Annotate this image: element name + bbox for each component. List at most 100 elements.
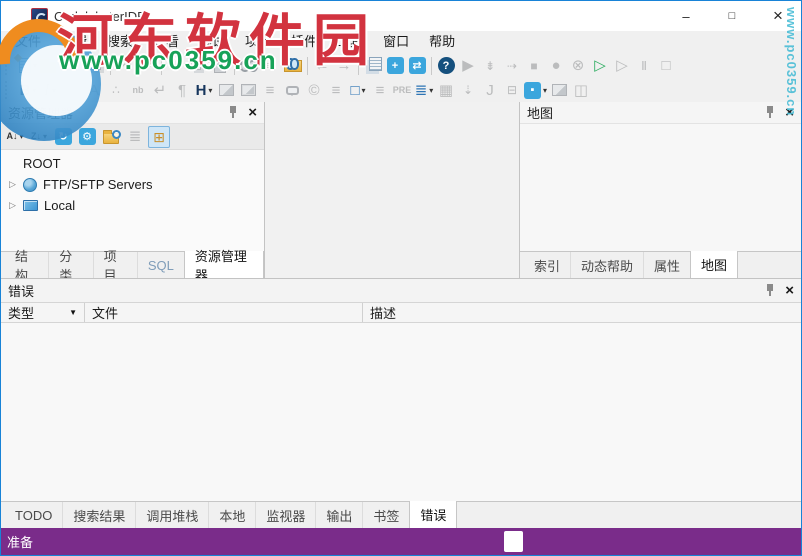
close-button[interactable]: × bbox=[755, 1, 801, 31]
menu-item-4[interactable]: 调试 bbox=[189, 31, 235, 53]
special-char-button[interactable]: ∴ bbox=[105, 79, 127, 101]
navigate-back-button[interactable]: ← bbox=[311, 55, 333, 77]
find-in-files-button[interactable] bbox=[282, 55, 304, 77]
map-tab-0[interactable]: 索引 bbox=[524, 252, 570, 278]
jquery-button[interactable]: J bbox=[479, 79, 501, 101]
menu-item-1[interactable]: 编辑 bbox=[51, 31, 97, 53]
minimize-button[interactable]: – bbox=[663, 1, 709, 31]
step-into-button[interactable]: ⇟ bbox=[479, 55, 501, 77]
menu-item-6[interactable]: 插件 bbox=[281, 31, 327, 53]
paragraph-button[interactable]: ¶ bbox=[171, 79, 193, 101]
align-center-button[interactable]: ≡ bbox=[325, 79, 347, 101]
menu-item-0[interactable]: 文件 bbox=[5, 31, 51, 53]
bottom-tab-3[interactable]: 本地 bbox=[208, 502, 255, 528]
refresh-button[interactable]: ↻ bbox=[52, 126, 74, 148]
details-view-button[interactable]: ≣ bbox=[124, 126, 146, 148]
image-button[interactable] bbox=[215, 79, 237, 101]
menu-item-3[interactable]: 查看 bbox=[143, 31, 189, 53]
navigate-forward-button[interactable]: → bbox=[333, 55, 355, 77]
comment-button[interactable] bbox=[281, 79, 303, 101]
bottom-tab-2[interactable]: 调用堆栈 bbox=[135, 502, 208, 528]
replace-button[interactable]: ab bbox=[260, 55, 282, 77]
explorer-tab-4[interactable]: 资源管理器 bbox=[183, 249, 265, 283]
sort-za-button[interactable]: Z↓ ▾ bbox=[28, 126, 50, 148]
remove-breakpoints-button[interactable]: ⊗ bbox=[567, 55, 589, 77]
bottom-tab-1[interactable]: 搜索结果 bbox=[62, 502, 135, 528]
div-container-button[interactable]: □ ▾ bbox=[347, 79, 369, 101]
step-over-button[interactable]: ⇢ bbox=[501, 55, 523, 77]
save-button[interactable] bbox=[63, 55, 85, 77]
menu-item-2[interactable]: 搜索 bbox=[97, 31, 143, 53]
underline-button[interactable]: U bbox=[61, 79, 83, 101]
stop-script-button[interactable]: ■ bbox=[523, 55, 545, 77]
heading-button[interactable]: H ▾ bbox=[193, 79, 215, 101]
close-icon[interactable]: × bbox=[785, 283, 794, 298]
map-tab-3[interactable]: 地图 bbox=[690, 251, 739, 278]
maximize-button[interactable]: □ bbox=[709, 1, 755, 31]
map-tab-1[interactable]: 动态帮助 bbox=[570, 252, 643, 278]
pin-icon[interactable] bbox=[228, 106, 239, 119]
pause-debug-button[interactable]: Ⅱ bbox=[633, 55, 655, 77]
cut-button[interactable]: ✂ bbox=[165, 55, 187, 77]
copyright-button[interactable]: © bbox=[303, 79, 325, 101]
indent-button[interactable]: ⇣ bbox=[457, 79, 479, 101]
help-button[interactable]: ? bbox=[435, 55, 457, 77]
menu-item-5[interactable]: 项目 bbox=[235, 31, 281, 53]
form-element-button[interactable]: ▪ ▾ bbox=[523, 79, 548, 101]
errors-column-0[interactable]: 类型 ▼ bbox=[1, 303, 85, 322]
pin-icon[interactable] bbox=[765, 284, 776, 297]
menu-item-8[interactable]: 窗口 bbox=[373, 31, 419, 53]
find-folder-button[interactable] bbox=[100, 126, 122, 148]
bottom-tab-4[interactable]: 监视器 bbox=[255, 502, 315, 528]
expander-icon[interactable]: ▷ bbox=[9, 179, 23, 190]
frames-button[interactable]: ◫ bbox=[570, 79, 592, 101]
close-icon[interactable]: × bbox=[248, 105, 257, 120]
pin-icon[interactable] bbox=[765, 106, 776, 119]
undo-button[interactable]: ↶ bbox=[114, 55, 136, 77]
bold-button[interactable]: B ▾ bbox=[17, 79, 39, 101]
tree-item-1[interactable]: ▷ FTP/SFTP Servers bbox=[1, 174, 264, 195]
list-button[interactable]: ≣ ▾ bbox=[413, 79, 435, 101]
compare-files-button[interactable] bbox=[362, 55, 384, 77]
table-button[interactable]: ▦ bbox=[435, 79, 457, 101]
start-debug-button[interactable]: ▷ bbox=[589, 55, 611, 77]
copy-button[interactable] bbox=[187, 55, 209, 77]
filter-dropdown-icon[interactable]: ▼ bbox=[45, 308, 77, 317]
bottom-tab-5[interactable]: 输出 bbox=[315, 502, 362, 528]
continue-debug-button[interactable]: ▷ bbox=[611, 55, 633, 77]
tree-item-2[interactable]: ▷ Local bbox=[1, 195, 264, 216]
close-icon[interactable]: × bbox=[785, 105, 794, 120]
pre-button[interactable]: PRE bbox=[391, 79, 413, 101]
stop-debug-button[interactable]: □ bbox=[655, 55, 677, 77]
align-left-button[interactable]: ≡ bbox=[259, 79, 281, 101]
nbsp-button[interactable]: nb bbox=[127, 79, 149, 101]
sitemap-button[interactable]: + bbox=[384, 55, 406, 77]
menu-item-9[interactable]: 帮助 bbox=[419, 31, 465, 53]
align-justify-button[interactable]: ≡ bbox=[369, 79, 391, 101]
breakpoint-button[interactable]: ● bbox=[545, 55, 567, 77]
run-script-button[interactable]: ▶ bbox=[457, 55, 479, 77]
redo-button[interactable]: ↷ bbox=[136, 55, 158, 77]
image-map-button[interactable] bbox=[237, 79, 259, 101]
editor-area[interactable] bbox=[265, 102, 519, 278]
errors-column-1[interactable]: 文件 bbox=[85, 303, 363, 322]
tree-view-button[interactable]: ⊞ bbox=[148, 125, 170, 148]
explorer-tab-3[interactable]: SQL bbox=[136, 252, 184, 278]
explorer-tab-0[interactable]: 结构 bbox=[5, 249, 48, 283]
explorer-tab-1[interactable]: 分类 bbox=[48, 249, 92, 283]
settings-button[interactable]: ⚙ bbox=[76, 126, 98, 148]
find-button[interactable] bbox=[238, 55, 260, 77]
tree-item-0[interactable]: ROOT bbox=[1, 153, 264, 174]
bottom-tab-0[interactable]: TODO bbox=[5, 502, 62, 528]
sync-files-button[interactable]: ⇄ bbox=[406, 55, 428, 77]
errors-column-2[interactable]: 描述 bbox=[363, 303, 801, 322]
sort-az-button[interactable]: A↓ ▾ bbox=[4, 126, 26, 148]
explorer-tab-2[interactable]: 项目 bbox=[92, 249, 137, 283]
new-file-button[interactable]: ▾ bbox=[17, 55, 39, 77]
bottom-tab-6[interactable]: 书签 bbox=[362, 502, 409, 528]
font-button[interactable]: A bbox=[83, 79, 105, 101]
open-file-button[interactable]: ▾ bbox=[39, 55, 63, 77]
paste-button[interactable] bbox=[209, 55, 231, 77]
save-all-button[interactable] bbox=[85, 55, 107, 77]
menu-item-7[interactable]: 工具 bbox=[327, 31, 373, 53]
